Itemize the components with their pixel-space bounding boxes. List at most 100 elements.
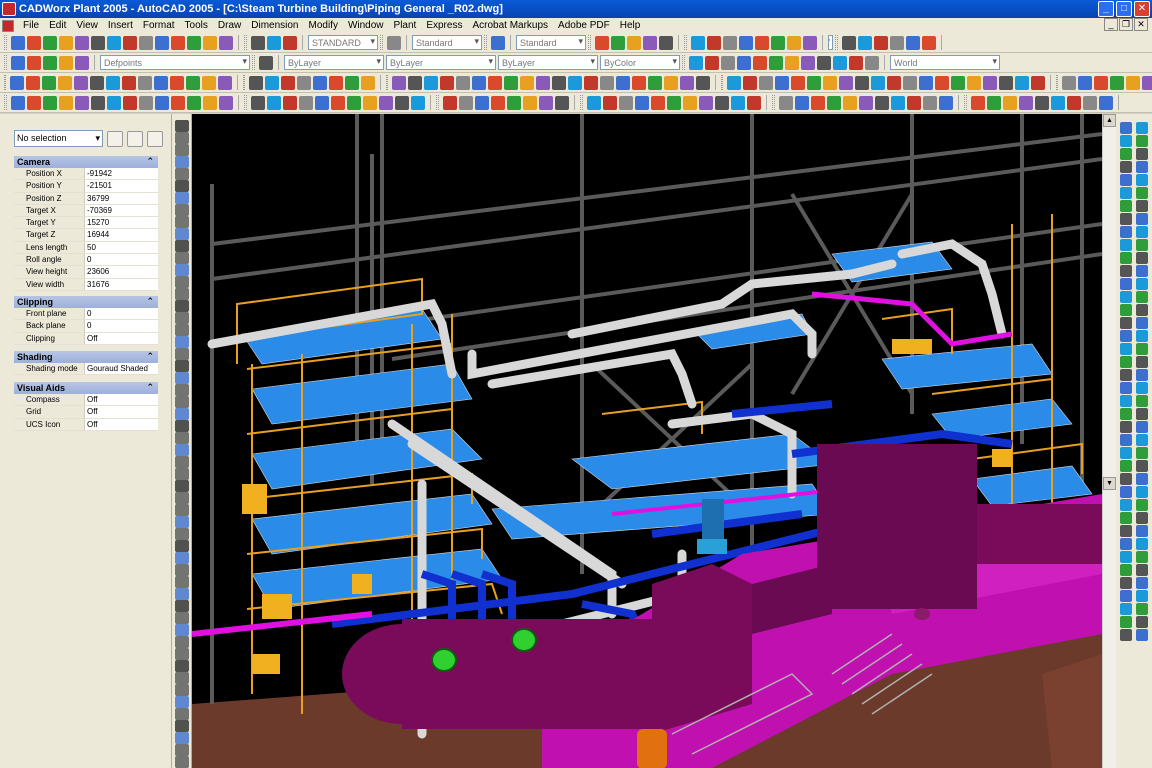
view-tool-icon[interactable]	[1120, 200, 1132, 212]
toolbar-tool-icon[interactable]	[568, 75, 582, 90]
toolbar-tool-icon[interactable]	[803, 35, 817, 50]
toolbar-tool-icon[interactable]	[219, 95, 233, 110]
toolbar-tool-icon[interactable]	[440, 75, 454, 90]
toolbar-tool-icon[interactable]	[187, 35, 201, 50]
toolbar-tool-icon[interactable]	[281, 75, 295, 90]
doc-restore-button[interactable]: ❐	[1119, 18, 1133, 31]
draw-tool-icon[interactable]	[175, 372, 189, 384]
toolbar-tool-icon[interactable]	[155, 95, 169, 110]
toolbar-tool-icon[interactable]	[707, 35, 721, 50]
view-tool-icon[interactable]	[1136, 590, 1148, 602]
toolbar-tool-icon[interactable]	[584, 75, 598, 90]
toolbar-tool-icon[interactable]	[855, 75, 869, 90]
toolbar-tool-icon[interactable]	[283, 35, 297, 50]
toolbar-tool-icon[interactable]	[491, 35, 505, 50]
toolbar-tool-icon[interactable]	[659, 35, 673, 50]
toolbar-tool-icon[interactable]	[747, 95, 761, 110]
toolbar-tool-icon[interactable]	[1099, 95, 1113, 110]
toolbar-tool-icon[interactable]	[26, 75, 40, 90]
draw-tool-icon[interactable]	[175, 408, 189, 420]
view-tool-icon[interactable]	[1136, 525, 1148, 537]
toolbar-tool-icon[interactable]	[186, 75, 200, 90]
toolbar-tool-icon[interactable]	[891, 95, 905, 110]
toolbar-tool-icon[interactable]	[283, 95, 297, 110]
toolbar-tool-icon[interactable]	[472, 75, 486, 90]
view-tool-icon[interactable]	[1136, 408, 1148, 420]
toolbar-grip[interactable]	[1056, 75, 1058, 90]
view-tool-icon[interactable]	[1136, 538, 1148, 550]
draw-tool-icon[interactable]	[175, 300, 189, 312]
toolbar-tool-icon[interactable]	[635, 95, 649, 110]
draw-tool-icon[interactable]	[175, 492, 189, 504]
toolbar-tool-icon[interactable]	[345, 75, 359, 90]
scroll-down-arrow[interactable]: ▼	[1103, 477, 1116, 490]
view-tool-icon[interactable]	[1120, 460, 1132, 472]
toolbar-tool-icon[interactable]	[75, 55, 89, 70]
draw-tool-icon[interactable]	[175, 672, 189, 684]
toolbar-tool-icon[interactable]	[667, 95, 681, 110]
toolbar-tool-icon[interactable]	[107, 95, 121, 110]
view-tool-icon[interactable]	[1136, 278, 1148, 290]
property-value[interactable]: Off	[84, 394, 158, 406]
view-tool-icon[interactable]	[1136, 239, 1148, 251]
property-value[interactable]: 0	[84, 254, 158, 266]
toolbar-tool-icon[interactable]	[1078, 75, 1092, 90]
toolbar-tool-icon[interactable]	[443, 95, 457, 110]
toolbar-grip[interactable]	[964, 95, 967, 110]
view-tool-icon[interactable]	[1136, 512, 1148, 524]
toolbar-tool-icon[interactable]	[203, 95, 217, 110]
view-tool-icon[interactable]	[1120, 577, 1132, 589]
toolbar-tool-icon[interactable]	[906, 35, 920, 50]
toolbar-tool-icon[interactable]	[801, 55, 815, 70]
toolbar-tool-icon[interactable]	[347, 95, 361, 110]
toolbar-tool-icon[interactable]	[807, 75, 821, 90]
toolbar-grip[interactable]	[244, 95, 247, 110]
toolbar-tool-icon[interactable]	[887, 75, 901, 90]
view-tool-icon[interactable]	[1120, 265, 1132, 277]
view-tool-icon[interactable]	[1136, 603, 1148, 615]
property-value[interactable]: 16944	[84, 229, 158, 241]
toolbar-tool-icon[interactable]	[123, 95, 137, 110]
toolbar-tool-icon[interactable]	[297, 75, 311, 90]
toolbar-tool-icon[interactable]	[170, 75, 184, 90]
toolbar-tool-icon[interactable]	[1142, 75, 1152, 90]
toolbar-tool-icon[interactable]	[1094, 75, 1108, 90]
toolbar-tool-icon[interactable]	[987, 95, 1001, 110]
autocad-app-icon[interactable]	[2, 2, 16, 16]
toolbar-tool-icon[interactable]	[839, 75, 853, 90]
toolbar-tool-icon[interactable]	[27, 35, 41, 50]
view-tool-icon[interactable]	[1120, 213, 1132, 225]
toolbar-grip[interactable]	[243, 75, 245, 90]
view-tool-icon[interactable]	[1136, 252, 1148, 264]
toolbar-tool-icon[interactable]	[643, 35, 657, 50]
toolbar-tool-icon[interactable]	[1035, 95, 1049, 110]
view-tool-icon[interactable]	[1120, 161, 1132, 173]
draw-tool-icon[interactable]	[175, 216, 189, 228]
toolbar-tool-icon[interactable]	[723, 35, 737, 50]
property-value[interactable]: 36799	[84, 192, 158, 204]
property-value[interactable]: 23606	[84, 266, 158, 278]
toolbar-tool-icon[interactable]	[842, 35, 856, 50]
toolbar-tool-icon[interactable]	[874, 35, 888, 50]
color-dropdown[interactable]: ByLayer	[284, 55, 384, 70]
draw-tool-icon[interactable]	[175, 264, 189, 276]
toolbar-tool-icon[interactable]	[456, 75, 470, 90]
toolbar-tool-icon[interactable]	[251, 35, 265, 50]
toolbar-tool-icon[interactable]	[139, 35, 153, 50]
toolbar-tool-icon[interactable]	[251, 95, 265, 110]
toolbar-tool-icon[interactable]	[539, 95, 553, 110]
toolbar-tool-icon[interactable]	[488, 75, 502, 90]
view-tool-icon[interactable]	[1120, 421, 1132, 433]
toolbar-tool-icon[interactable]	[42, 75, 56, 90]
toolbar-tool-icon[interactable]	[705, 55, 719, 70]
toolbar-tool-icon[interactable]	[755, 35, 769, 50]
view-tool-icon[interactable]	[1120, 252, 1132, 264]
toolbar-tool-icon[interactable]	[935, 75, 949, 90]
dim-style-dropdown[interactable]: Standard	[412, 35, 482, 50]
draw-tool-icon[interactable]	[175, 204, 189, 216]
toolbar-tool-icon[interactable]	[689, 55, 703, 70]
selection-dropdown[interactable]: No selection	[14, 130, 103, 147]
toolbar-tool-icon[interactable]	[507, 95, 521, 110]
toolbar-tool-icon[interactable]	[249, 75, 263, 90]
toolbar-grip[interactable]	[244, 35, 247, 50]
